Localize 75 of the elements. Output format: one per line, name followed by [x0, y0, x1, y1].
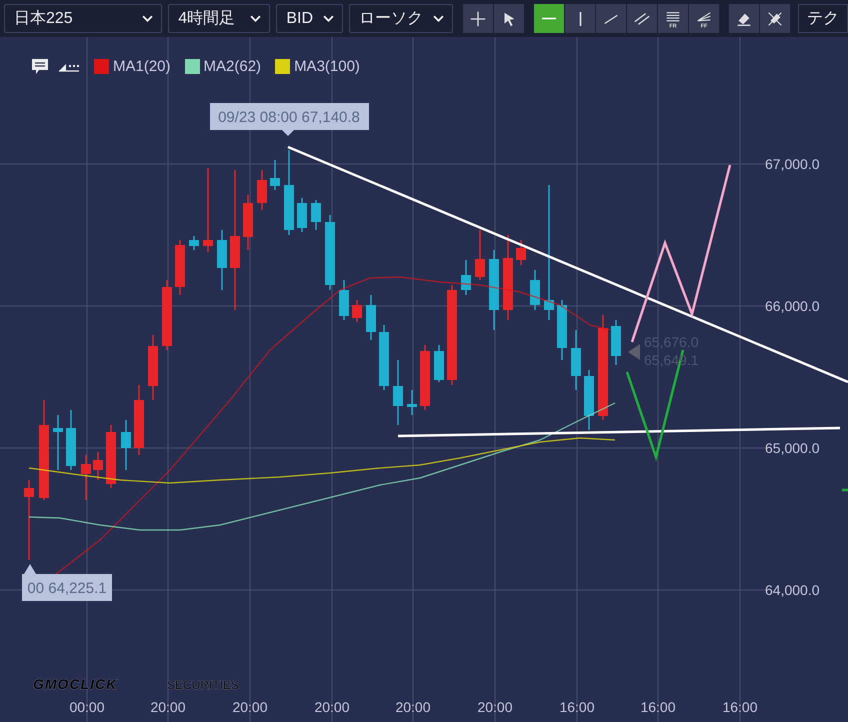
legend-label: MA2(62) — [204, 58, 262, 74]
candlestick — [217, 230, 227, 290]
dropdown[interactable]: 4時間足 — [168, 4, 270, 33]
legend-label: MA3(100) — [294, 58, 360, 74]
candlestick — [134, 385, 144, 455]
time-axis-label: 20:00 — [150, 699, 186, 715]
high-price-tooltip: 09/23 08:00 67,140.8 — [210, 103, 369, 136]
clear-icon — [766, 10, 784, 28]
eraser-tool-button[interactable] — [729, 4, 759, 33]
candlestick — [311, 200, 321, 230]
time-axis-label: 00:00 — [69, 699, 105, 715]
candlestick — [93, 452, 103, 480]
parallel-tool-button[interactable] — [627, 4, 657, 33]
candlestick — [393, 360, 403, 425]
time-axis-label: 16:00 — [559, 699, 595, 715]
candlestick — [189, 236, 199, 250]
clear-tool-button[interactable] — [760, 4, 790, 33]
time-axis-label: 20:00 — [477, 699, 513, 715]
candlestick — [379, 325, 389, 390]
caret-icon — [250, 15, 262, 22]
candlestick — [516, 240, 526, 265]
price-axis-label: 66,000.0 — [765, 298, 820, 314]
candlestick — [571, 330, 581, 390]
candlestick — [461, 260, 471, 295]
candlestick — [420, 345, 430, 410]
candlestick — [175, 240, 185, 295]
candlestick — [407, 390, 417, 415]
time-axis-label: 20:00 — [232, 699, 268, 715]
dropdown[interactable]: BID — [276, 4, 343, 33]
candlestick — [434, 345, 444, 382]
legend-label: MA1(20) — [113, 58, 171, 74]
hline-icon — [540, 17, 558, 20]
logo: GMOCLICK SECURITIES — [33, 676, 240, 692]
price-axis-label: 67,000.0 — [765, 156, 820, 172]
candlestick — [148, 335, 158, 400]
candlestick — [557, 300, 567, 360]
candlestick — [162, 280, 172, 350]
time-axis-label: 20:00 — [395, 699, 431, 715]
candlestick — [611, 320, 621, 365]
candlestick — [243, 195, 253, 250]
dropdown[interactable]: ローソク — [348, 4, 453, 33]
comment-icon[interactable] — [30, 56, 50, 76]
pointer-tool-button[interactable] — [494, 4, 524, 33]
time-axis-label: 16:00 — [640, 699, 676, 715]
time-axis-label: 20:00 — [314, 699, 350, 715]
candlestick — [366, 295, 376, 340]
caret-icon — [142, 15, 154, 22]
candlestick — [352, 300, 362, 322]
candlestick — [66, 410, 76, 470]
candlestick — [106, 425, 116, 488]
caret-icon — [322, 15, 334, 22]
price-axis-label: 64,000.0 — [765, 582, 820, 598]
caret-icon — [433, 15, 444, 22]
candlestick — [475, 230, 485, 280]
crosshair-tool-button[interactable] — [463, 4, 493, 33]
vline-icon — [578, 10, 582, 28]
low-price-tooltip: 00 64,225.1 — [22, 564, 112, 601]
candlestick — [297, 198, 307, 232]
last-price-marker-icon — [628, 344, 640, 360]
line-mark — [842, 488, 848, 492]
dropdown[interactable]: 日本225 — [4, 4, 162, 33]
candlestick — [339, 280, 349, 320]
crosshair-icon — [469, 10, 487, 28]
trend-tool-button[interactable] — [596, 4, 626, 33]
candlestick — [584, 370, 594, 430]
technical-button[interactable]: テク — [798, 4, 848, 33]
vline-tool-button[interactable] — [565, 4, 595, 33]
candlestick — [530, 270, 540, 310]
candlestick — [121, 420, 131, 470]
candlestick — [270, 160, 280, 190]
time-axis-label: 16:00 — [722, 699, 758, 715]
candlestick — [81, 455, 91, 500]
candlestick — [53, 415, 63, 470]
price-axis-label: 65,000.0 — [765, 440, 820, 456]
candlestick — [257, 170, 267, 210]
